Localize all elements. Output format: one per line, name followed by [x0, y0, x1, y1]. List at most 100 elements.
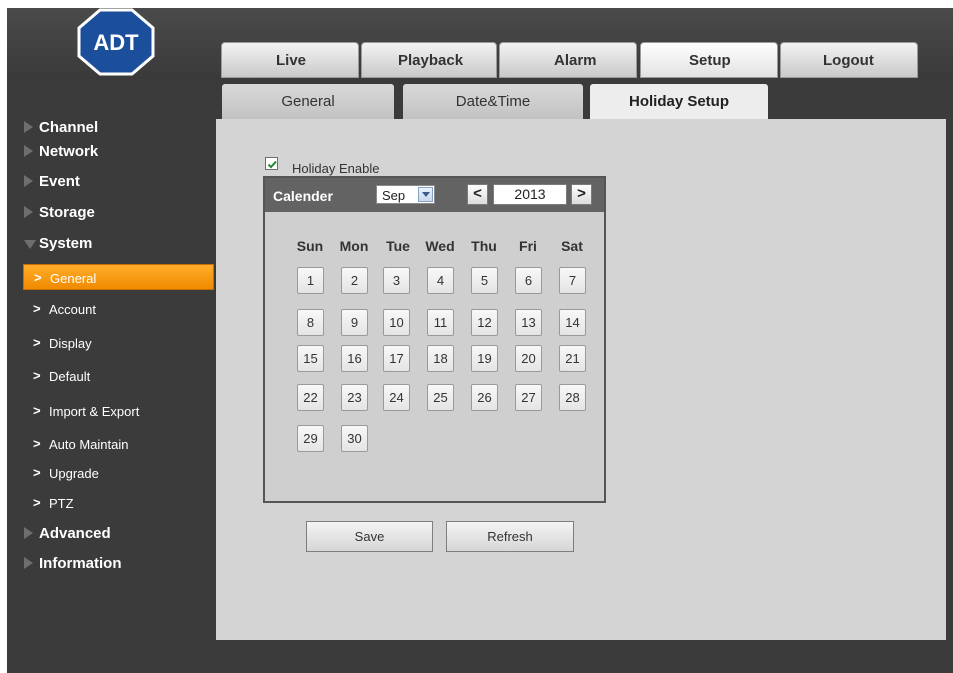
- sidebar-subitem-account[interactable]: > Account: [23, 296, 214, 322]
- collapsed-arrow-icon: [24, 527, 33, 539]
- refresh-button[interactable]: Refresh: [446, 521, 574, 552]
- chevron-right-icon: >: [33, 465, 41, 480]
- day-button[interactable]: 4: [427, 267, 454, 294]
- sidebar-item-event[interactable]: Event: [7, 170, 219, 194]
- day-button[interactable]: 29: [297, 425, 324, 452]
- day-button[interactable]: 5: [471, 267, 498, 294]
- tab-alarm[interactable]: Alarm: [499, 42, 637, 78]
- tab-general[interactable]: General: [222, 84, 394, 119]
- prev-year-button[interactable]: <: [467, 184, 488, 205]
- sidebar-item-label: Advanced: [39, 525, 111, 542]
- chevron-right-icon: >: [33, 368, 41, 383]
- calendar-title: Calender: [273, 188, 333, 204]
- day-button[interactable]: 23: [341, 384, 368, 411]
- day-button[interactable]: 22: [297, 384, 324, 411]
- sidebar-subitem-label: Import & Export: [49, 404, 140, 419]
- sidebar-subitem-label: Default: [49, 369, 91, 384]
- year-field[interactable]: 2013: [493, 184, 567, 205]
- sidebar-item-label: System: [39, 235, 93, 252]
- tab-logout[interactable]: Logout: [780, 42, 918, 78]
- weekday-label: Tue: [386, 238, 410, 254]
- sidebar-subitem-upgrade[interactable]: > Upgrade: [23, 460, 214, 486]
- day-button[interactable]: 13: [515, 309, 542, 336]
- adt-logo: ADT: [77, 8, 155, 76]
- day-button[interactable]: 19: [471, 345, 498, 372]
- calendar-header: Calender Sep < 2013 >: [265, 178, 604, 212]
- day-button[interactable]: 15: [297, 345, 324, 372]
- sidebar-subitem-label: Upgrade: [49, 466, 99, 481]
- holiday-enable-label: Holiday Enable: [292, 161, 380, 176]
- collapsed-arrow-icon: [24, 206, 33, 218]
- day-button[interactable]: 12: [471, 309, 498, 336]
- save-button[interactable]: Save: [306, 521, 433, 552]
- sidebar-item-label: Channel: [39, 119, 99, 136]
- sidebar-subitem-label: Account: [49, 302, 96, 317]
- day-button[interactable]: 24: [383, 384, 410, 411]
- chevron-right-icon: >: [33, 403, 41, 418]
- collapsed-arrow-icon: [24, 121, 33, 133]
- weekday-label: Wed: [425, 238, 455, 254]
- sidebar-subitem-default[interactable]: > Default: [23, 363, 214, 389]
- day-button[interactable]: 18: [427, 345, 454, 372]
- day-button[interactable]: 6: [515, 267, 542, 294]
- sidebar-subitem-label: General: [50, 271, 97, 286]
- tab-setup-label: Setup: [689, 52, 731, 69]
- sidebar-subitem-label: Auto Maintain: [49, 437, 129, 452]
- day-button[interactable]: 28: [559, 384, 586, 411]
- day-button[interactable]: 3: [383, 267, 410, 294]
- sidebar-item-system[interactable]: System: [7, 232, 219, 256]
- chevron-right-icon: >: [33, 301, 41, 316]
- sidebar-subitem-label: Display: [49, 336, 92, 351]
- next-year-button[interactable]: >: [571, 184, 592, 205]
- day-button[interactable]: 25: [427, 384, 454, 411]
- weekday-label: Thu: [471, 238, 497, 254]
- weekday-label: Fri: [519, 238, 537, 254]
- sidebar-item-label: Event: [39, 173, 80, 190]
- tab-playback[interactable]: Playback: [361, 42, 497, 78]
- collapsed-arrow-icon: [24, 175, 33, 187]
- chevron-right-icon: >: [33, 436, 41, 451]
- day-button[interactable]: 7: [559, 267, 586, 294]
- sidebar-item-channel[interactable]: Channel: [7, 116, 219, 140]
- day-button[interactable]: 14: [559, 309, 586, 336]
- tab-holiday-setup[interactable]: Holiday Setup: [590, 84, 768, 119]
- collapsed-arrow-icon: [24, 145, 33, 157]
- month-select[interactable]: Sep: [376, 185, 435, 204]
- sidebar-subitem-import-export[interactable]: > Import & Export: [23, 398, 214, 424]
- day-button[interactable]: 16: [341, 345, 368, 372]
- tab-live[interactable]: Live: [221, 42, 359, 78]
- sidebar-subitem-general[interactable]: > General: [23, 264, 214, 290]
- sidebar-item-information[interactable]: Information: [7, 552, 219, 576]
- month-value: Sep: [382, 188, 406, 203]
- day-button[interactable]: 30: [341, 425, 368, 452]
- day-button[interactable]: 9: [341, 309, 368, 336]
- day-button[interactable]: 8: [297, 309, 324, 336]
- day-button[interactable]: 21: [559, 345, 586, 372]
- sidebar-item-advanced[interactable]: Advanced: [7, 522, 219, 546]
- sidebar-subitem-auto-maintain[interactable]: > Auto Maintain: [23, 431, 214, 457]
- calendar: Calender Sep < 2013 > Sun Mon Tue Wed Th…: [263, 176, 606, 503]
- chevron-right-icon: >: [33, 335, 41, 350]
- day-button[interactable]: 17: [383, 345, 410, 372]
- sidebar-item-label: Information: [39, 555, 122, 572]
- day-button[interactable]: 10: [383, 309, 410, 336]
- sidebar-subitem-label: PTZ: [49, 496, 74, 511]
- sidebar-subitem-display[interactable]: > Display: [23, 330, 214, 356]
- day-button[interactable]: 2: [341, 267, 368, 294]
- tab-playback-label: Playback: [398, 52, 464, 69]
- day-button[interactable]: 26: [471, 384, 498, 411]
- day-button[interactable]: 1: [297, 267, 324, 294]
- holiday-enable-checkbox[interactable]: [265, 157, 278, 170]
- day-button[interactable]: 20: [515, 345, 542, 372]
- day-button[interactable]: 11: [427, 309, 454, 336]
- weekday-label: Sat: [561, 238, 583, 254]
- expanded-arrow-icon: [24, 240, 36, 249]
- logo-text: ADT: [93, 30, 139, 55]
- collapsed-arrow-icon: [24, 557, 33, 569]
- sidebar-item-storage[interactable]: Storage: [7, 201, 219, 225]
- sidebar-item-network[interactable]: Network: [7, 140, 219, 164]
- sidebar-subitem-ptz[interactable]: > PTZ: [23, 490, 214, 516]
- day-button[interactable]: 27: [515, 384, 542, 411]
- tab-setup[interactable]: Setup: [640, 42, 778, 78]
- tab-date-time[interactable]: Date&Time: [403, 84, 583, 119]
